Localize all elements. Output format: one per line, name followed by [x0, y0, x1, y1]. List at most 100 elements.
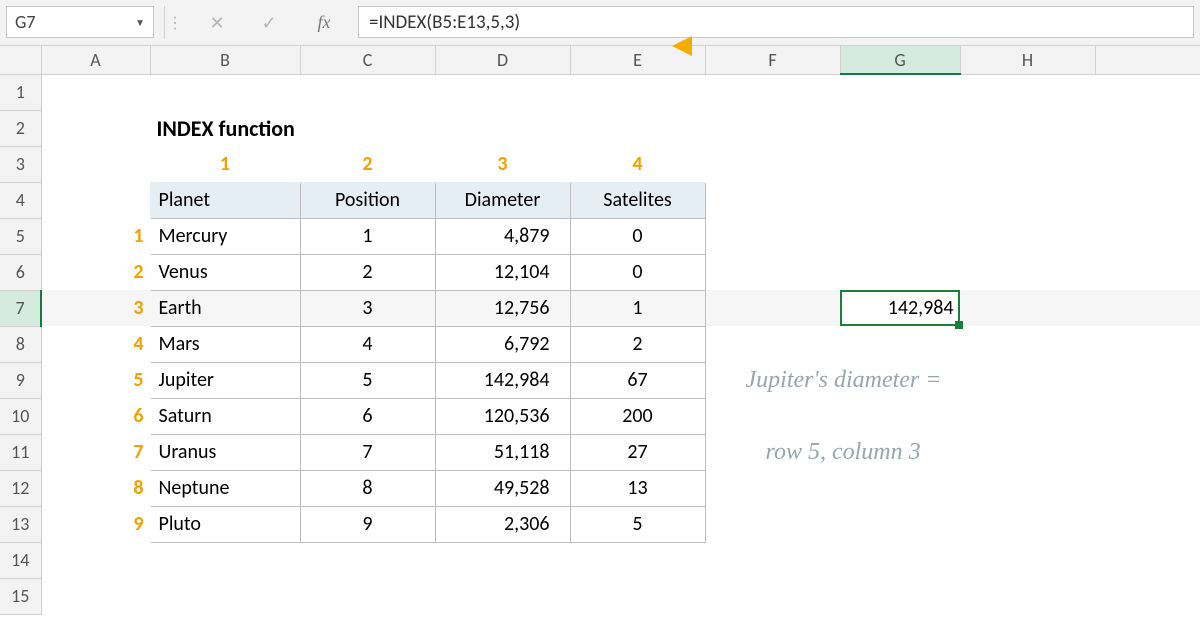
- table-cell[interactable]: 200: [570, 398, 705, 434]
- row-index[interactable]: 6: [41, 398, 150, 434]
- cell[interactable]: [1095, 290, 1200, 326]
- table-cell[interactable]: 1: [300, 218, 435, 254]
- cell[interactable]: [1095, 146, 1200, 182]
- row-header[interactable]: 6: [0, 254, 41, 290]
- table-header[interactable]: Diameter: [435, 182, 570, 218]
- row-header[interactable]: 4: [0, 182, 41, 218]
- select-all-corner[interactable]: [0, 46, 41, 74]
- cell[interactable]: [150, 74, 300, 110]
- cell[interactable]: [705, 218, 840, 254]
- cell[interactable]: [705, 470, 840, 506]
- cell[interactable]: [1095, 182, 1200, 218]
- table-cell[interactable]: 27: [570, 434, 705, 470]
- title-cell[interactable]: INDEX function: [150, 110, 435, 146]
- cell[interactable]: [1095, 578, 1200, 614]
- col-header-C[interactable]: C: [300, 46, 435, 74]
- row-index[interactable]: 7: [41, 434, 150, 470]
- table-cell[interactable]: 12,104: [435, 254, 570, 290]
- table-cell[interactable]: 12,756: [435, 290, 570, 326]
- col-index[interactable]: 4: [570, 146, 705, 182]
- cell[interactable]: [570, 578, 705, 614]
- spreadsheet-grid[interactable]: A B C D E F G H 1 2 INDEX function 3 1 2…: [0, 46, 1200, 620]
- cell[interactable]: [1095, 470, 1200, 506]
- row-header[interactable]: 14: [0, 542, 41, 578]
- cell[interactable]: [840, 398, 960, 434]
- col-index[interactable]: 2: [300, 146, 435, 182]
- name-box[interactable]: G7 ▼: [6, 6, 154, 38]
- table-cell[interactable]: Mars: [150, 326, 300, 362]
- cell[interactable]: [960, 218, 1095, 254]
- cell[interactable]: [840, 74, 960, 110]
- cell[interactable]: [960, 506, 1095, 542]
- col-header-I[interactable]: [1095, 46, 1200, 74]
- row-header[interactable]: 12: [0, 470, 41, 506]
- cell[interactable]: [960, 398, 1095, 434]
- cell[interactable]: [570, 110, 705, 146]
- cell[interactable]: [1095, 218, 1200, 254]
- table-cell[interactable]: Neptune: [150, 470, 300, 506]
- cell[interactable]: [570, 74, 705, 110]
- cell[interactable]: [960, 254, 1095, 290]
- row-header[interactable]: 2: [0, 110, 41, 146]
- table-cell[interactable]: Venus: [150, 254, 300, 290]
- cell[interactable]: [705, 542, 840, 578]
- table-cell[interactable]: 7: [300, 434, 435, 470]
- cell[interactable]: [840, 146, 960, 182]
- cell[interactable]: [41, 146, 150, 182]
- row-header[interactable]: 11: [0, 434, 41, 470]
- row-header[interactable]: 7: [0, 290, 41, 326]
- col-header-D[interactable]: D: [435, 46, 570, 74]
- row-index[interactable]: 9: [41, 506, 150, 542]
- table-cell[interactable]: Saturn: [150, 398, 300, 434]
- cell[interactable]: [840, 218, 960, 254]
- cell[interactable]: [435, 542, 570, 578]
- cell[interactable]: [435, 578, 570, 614]
- cell[interactable]: [960, 146, 1095, 182]
- row-header[interactable]: 8: [0, 326, 41, 362]
- cell[interactable]: [840, 326, 960, 362]
- cell[interactable]: [960, 542, 1095, 578]
- cell[interactable]: [1095, 326, 1200, 362]
- cell[interactable]: [1095, 542, 1200, 578]
- cell[interactable]: [300, 542, 435, 578]
- row-index[interactable]: 8: [41, 470, 150, 506]
- table-cell[interactable]: 2,306: [435, 506, 570, 542]
- table-cell[interactable]: 13: [570, 470, 705, 506]
- table-cell[interactable]: Pluto: [150, 506, 300, 542]
- table-cell[interactable]: 67: [570, 362, 705, 398]
- table-cell[interactable]: 8: [300, 470, 435, 506]
- table-cell[interactable]: 120,536: [435, 398, 570, 434]
- table-cell[interactable]: Jupiter: [150, 362, 300, 398]
- cell[interactable]: [300, 578, 435, 614]
- cell[interactable]: [1095, 254, 1200, 290]
- col-header-H[interactable]: H: [960, 46, 1095, 74]
- cell[interactable]: [960, 470, 1095, 506]
- cell[interactable]: [705, 506, 840, 542]
- table-cell[interactable]: 0: [570, 254, 705, 290]
- row-header[interactable]: 9: [0, 362, 41, 398]
- cell[interactable]: [960, 110, 1095, 146]
- row-header[interactable]: 3: [0, 146, 41, 182]
- cell[interactable]: [435, 110, 570, 146]
- formula-input[interactable]: =INDEX(B5:E13,5,3): [358, 6, 1194, 38]
- cell[interactable]: [960, 290, 1095, 326]
- cell[interactable]: [150, 578, 300, 614]
- table-cell[interactable]: 142,984: [435, 362, 570, 398]
- row-header[interactable]: 1: [0, 74, 41, 110]
- row-index[interactable]: 3: [41, 290, 150, 326]
- table-header[interactable]: Planet: [150, 182, 300, 218]
- cell[interactable]: [705, 182, 840, 218]
- cell[interactable]: [840, 254, 960, 290]
- table-cell[interactable]: Mercury: [150, 218, 300, 254]
- cell[interactable]: [840, 182, 960, 218]
- table-cell[interactable]: Uranus: [150, 434, 300, 470]
- row-index[interactable]: 1: [41, 218, 150, 254]
- row-index[interactable]: 2: [41, 254, 150, 290]
- table-cell[interactable]: 4,879: [435, 218, 570, 254]
- cell[interactable]: [960, 74, 1095, 110]
- cell[interactable]: [1095, 506, 1200, 542]
- cell[interactable]: [570, 542, 705, 578]
- chevron-down-icon[interactable]: ▼: [135, 16, 145, 29]
- table-cell[interactable]: 1: [570, 290, 705, 326]
- table-cell[interactable]: 9: [300, 506, 435, 542]
